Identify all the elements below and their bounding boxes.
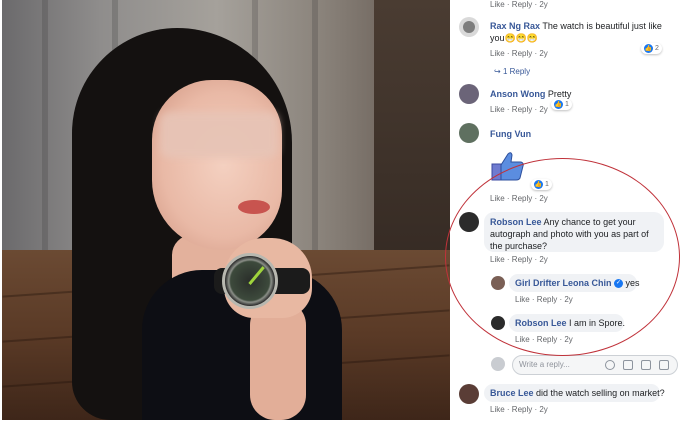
comment-body: Bruce Lee did the watch selling on marke… <box>490 387 665 399</box>
arm <box>250 300 306 420</box>
reply-body: Robson Lee I am in Spore. <box>515 317 630 329</box>
verified-badge-icon: ✓ <box>614 279 624 289</box>
like-icon: 👍 <box>554 100 563 109</box>
face <box>152 80 282 250</box>
comment-actions[interactable]: Like · Reply · 2y <box>490 405 548 414</box>
curtain-fold <box>42 0 48 250</box>
smiley-icon[interactable] <box>605 360 615 370</box>
comment-author[interactable]: Robson Lee <box>490 217 542 227</box>
reply-author[interactable]: Robson Lee <box>515 318 567 328</box>
comment-author[interactable]: Anson Wong <box>490 89 545 99</box>
reply-actions[interactable]: Like · Reply · 2y <box>515 295 573 304</box>
view-replies-link[interactable]: ↪ 1 Reply <box>494 67 530 76</box>
comment-text: Pretty <box>547 89 572 99</box>
avatar[interactable] <box>459 384 479 404</box>
reply-body: Girl Drifter Leona Chin ✓ yes <box>515 277 640 289</box>
comment-actions[interactable]: Like · Reply · 2y <box>490 255 548 264</box>
thumbs-up-sticker-icon <box>490 150 526 182</box>
comment-actions[interactable]: Like · Reply · 2y <box>490 105 548 114</box>
censor-blur <box>160 112 278 158</box>
avatar[interactable] <box>491 316 505 330</box>
avatar[interactable] <box>459 212 479 232</box>
comment-actions[interactable]: Like · Reply · 2y <box>490 49 548 58</box>
comment-body: Fung Vun <box>490 128 665 140</box>
write-reply-placeholder: Write a reply... <box>519 360 570 369</box>
write-reply-input[interactable]: Write a reply... <box>512 355 678 375</box>
reaction-number: 1 <box>565 101 569 108</box>
comment-text: did the watch selling on market? <box>536 388 665 398</box>
comment-author[interactable]: Fung Vun <box>490 129 531 139</box>
post-photo[interactable] <box>2 0 450 420</box>
replies-label: 1 Reply <box>502 67 531 76</box>
reaction-count[interactable]: 👍 2 <box>641 43 662 54</box>
gif-icon[interactable] <box>641 360 651 370</box>
reaction-number: 1 <box>545 181 549 188</box>
camera-icon[interactable] <box>623 360 633 370</box>
comment-body: Rax Ng Rax The watch is beautiful just l… <box>490 20 665 44</box>
reply-arrow-icon: ↪ <box>494 67 503 76</box>
wall-panel <box>374 0 450 260</box>
reaction-number: 2 <box>655 45 659 52</box>
curtain-fold <box>312 0 318 250</box>
reply-actions[interactable]: Like · Reply · 2y <box>515 335 573 344</box>
lips <box>238 200 270 214</box>
like-icon: 👍 <box>644 44 653 53</box>
like-icon: 👍 <box>534 180 543 189</box>
reaction-count[interactable]: 👍 1 <box>531 179 552 190</box>
comment-actions[interactable]: Like · Reply · 2y <box>490 194 548 203</box>
sticker-icon[interactable] <box>659 360 669 370</box>
reply-text: yes <box>625 278 640 288</box>
avatar <box>491 357 505 371</box>
comment-body: Anson Wong Pretty <box>490 88 665 100</box>
avatar[interactable] <box>459 17 479 37</box>
comment-author[interactable]: Bruce Lee <box>490 388 534 398</box>
avatar[interactable] <box>459 84 479 104</box>
reaction-count[interactable]: 👍 1 <box>551 99 572 110</box>
comment-actions[interactable]: Like · Reply · 2y <box>490 0 548 9</box>
reply-text: I am in Spore. <box>569 318 626 328</box>
comment-author[interactable]: Rax Ng Rax <box>490 21 540 31</box>
avatar[interactable] <box>491 276 505 290</box>
reply-author[interactable]: Girl Drifter Leona Chin <box>515 278 612 288</box>
avatar[interactable] <box>459 123 479 143</box>
comment-body: Robson Lee Any chance to get your autogr… <box>490 216 660 252</box>
